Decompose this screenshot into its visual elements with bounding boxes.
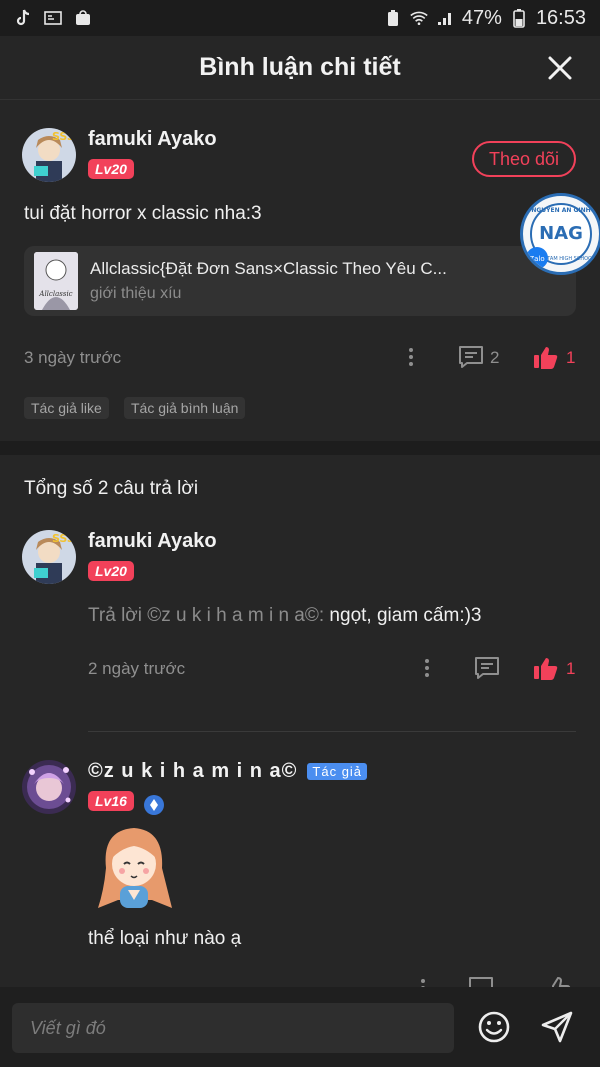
tiktok-icon <box>14 9 32 27</box>
svg-text:NGUYEN AN GINH: NGUYEN AN GINH <box>531 207 590 214</box>
follow-button[interactable]: Theo dõi <box>472 141 576 177</box>
more-options-icon[interactable] <box>409 348 415 366</box>
comment-input[interactable]: Viết gì đó <box>12 1003 454 1053</box>
svg-text:SSS: SSS <box>52 532 75 545</box>
username[interactable]: famuki Ayako <box>88 530 217 553</box>
clock: 16:53 <box>535 6 586 29</box>
battery-icon <box>510 9 528 28</box>
svg-text:SSS: SSS <box>52 130 75 143</box>
level-badge: Lv20 <box>88 561 134 581</box>
emoji-icon[interactable] <box>477 1010 511 1044</box>
reply-count: 2 <box>490 348 500 367</box>
notification-icon <box>44 9 62 27</box>
reply-text: Trả lời ©z u k i h a m i n a©: ngọt, gia… <box>88 605 482 627</box>
reply-author: ©z u k i h a m i n a© Tác giả Lv16 <box>22 760 368 815</box>
author-commented-tag: Tác giả bình luận <box>124 397 246 419</box>
page-header: Bình luận chi tiết <box>0 36 600 100</box>
shop-icon <box>74 9 92 27</box>
reply-text: thể loại như nào ạ <box>88 928 242 949</box>
svg-text:NAG: NAG <box>539 223 583 244</box>
level-badge: Lv20 <box>88 159 134 179</box>
reply-separator <box>88 731 576 732</box>
section-divider <box>0 441 600 455</box>
reply-icon[interactable] <box>458 345 484 369</box>
battery-saver-icon <box>384 9 402 27</box>
avatar[interactable] <box>22 760 76 814</box>
username[interactable]: famuki Ayako <box>88 128 217 151</box>
close-icon[interactable] <box>546 54 574 82</box>
status-bar: 47% 16:53 <box>0 0 600 36</box>
story-subtitle: giới thiệu xíu <box>90 285 182 302</box>
comment-time: 3 ngày trước <box>24 348 122 367</box>
like-count: 1 <box>566 659 576 678</box>
more-options-icon[interactable] <box>425 659 431 677</box>
story-cover: Allclassic <box>34 252 78 310</box>
reply-author: SSS famuki Ayako Lv20 <box>22 530 217 584</box>
verified-badge-icon <box>144 794 165 815</box>
author-liked-tag: Tác giả like <box>24 397 109 419</box>
reply-icon[interactable] <box>474 656 500 680</box>
page-title: Bình luận chi tiết <box>199 53 401 81</box>
story-card[interactable]: Allclassic Allclassic{Đặt Đơn Sans×Class… <box>24 246 576 316</box>
like-count: 1 <box>566 348 576 367</box>
signal-icon <box>436 9 454 27</box>
like-icon[interactable] <box>533 656 559 680</box>
svg-text:Zalo: Zalo <box>529 255 544 263</box>
story-title: Allclassic{Đặt Đơn Sans×Classic Theo Yêu… <box>90 259 447 278</box>
battery-level: 47% <box>461 6 502 29</box>
level-badge: Lv16 <box>88 791 134 811</box>
svg-text:TAM HIGH SCHOOL: TAM HIGH SCHOOL <box>546 256 595 262</box>
username[interactable]: ©z u k i h a m i n a© Tác giả <box>88 760 368 783</box>
avatar[interactable]: SSS <box>22 530 76 584</box>
svg-text:Allclassic: Allclassic <box>38 290 72 298</box>
reply-body: ngọt, giam cấm:)3 <box>324 605 482 626</box>
chibi-sticker <box>98 828 172 908</box>
comment-author: SSS famuki Ayako Lv20 <box>22 128 217 182</box>
send-icon[interactable] <box>540 1010 574 1044</box>
wifi-icon <box>410 9 428 27</box>
comment-text: tui đặt horror x classic nha:3 <box>24 203 262 224</box>
replies-header: Tổng số 2 câu trả lời <box>24 478 199 499</box>
comment-input-bar: Viết gì đó <box>0 987 600 1067</box>
reply-mention[interactable]: Trả lời ©z u k i h a m i n a©: <box>88 605 324 626</box>
reply-time: 2 ngày trước <box>88 659 186 678</box>
watermark-logo: NAG NGUYEN AN GINH TAM HIGH SCHOOL Zalo <box>520 193 600 275</box>
avatar[interactable]: SSS <box>22 128 76 182</box>
author-tag: Tác giả <box>307 763 368 781</box>
like-icon[interactable] <box>533 345 559 369</box>
